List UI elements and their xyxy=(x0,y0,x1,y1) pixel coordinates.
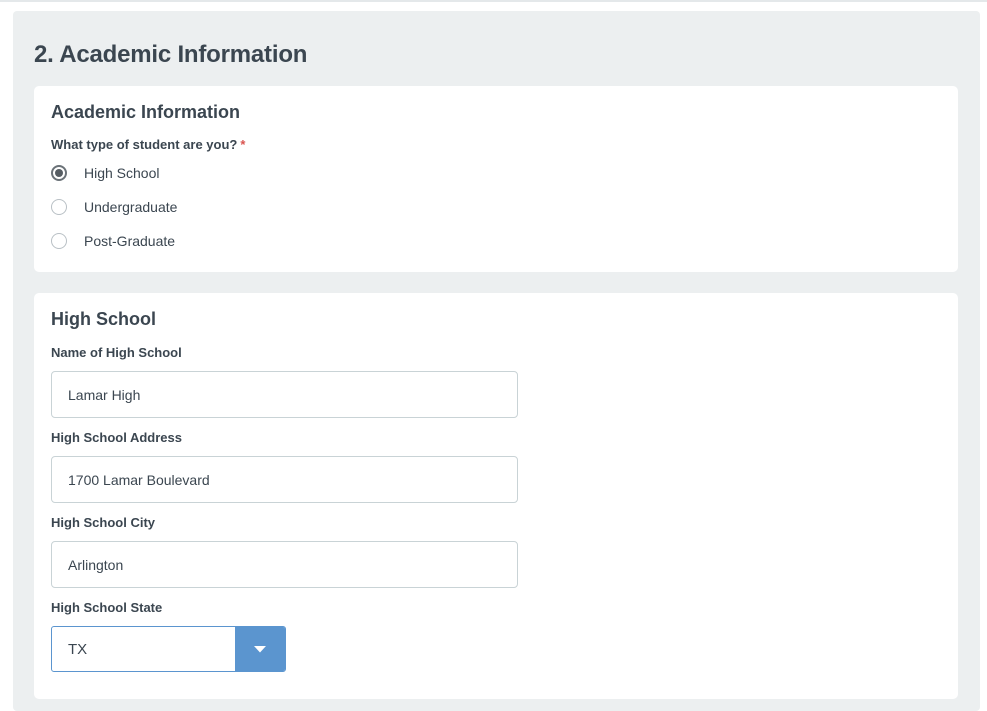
academic-information-card: Academic Information What type of studen… xyxy=(34,86,958,272)
high-school-city-label: High School City xyxy=(51,515,155,530)
academic-card-title: Academic Information xyxy=(51,102,241,122)
radio-button-post-graduate[interactable] xyxy=(51,233,67,249)
high-school-address-label: High School Address xyxy=(51,430,182,445)
dropdown-button[interactable] xyxy=(235,627,285,671)
radio-option-undergraduate[interactable]: Undergraduate xyxy=(51,196,177,218)
radio-button-high-school[interactable] xyxy=(51,165,67,181)
student-type-question: What type of student are you? xyxy=(51,137,238,152)
top-divider xyxy=(0,0,987,2)
student-type-label: What type of student are you? * xyxy=(51,137,245,152)
required-asterisk: * xyxy=(240,137,246,152)
radio-option-post-graduate[interactable]: Post-Graduate xyxy=(51,230,175,252)
high-school-name-input[interactable] xyxy=(51,371,518,418)
radio-option-high-school[interactable]: High School xyxy=(51,162,160,184)
radio-button-undergraduate[interactable] xyxy=(51,199,67,215)
radio-label-high-school: High School xyxy=(84,165,160,181)
high-school-card-title: High School xyxy=(51,309,156,329)
state-selected-value: TX xyxy=(68,640,88,658)
chevron-down-icon xyxy=(254,645,266,652)
section-title: 2. Academic Information xyxy=(34,41,308,68)
academic-information-section: 2. Academic Information Academic Informa… xyxy=(13,11,980,711)
radio-label-undergraduate: Undergraduate xyxy=(84,199,178,215)
high-school-city-input[interactable] xyxy=(51,541,518,588)
high-school-address-input[interactable] xyxy=(51,456,518,503)
high-school-name-label: Name of High School xyxy=(51,345,182,360)
high-school-state-label: High School State xyxy=(51,600,163,615)
high-school-state-select[interactable]: TX xyxy=(51,626,286,672)
radio-label-post-graduate: Post-Graduate xyxy=(84,233,176,249)
high-school-card: High School Name of High School High Sch… xyxy=(34,293,958,699)
